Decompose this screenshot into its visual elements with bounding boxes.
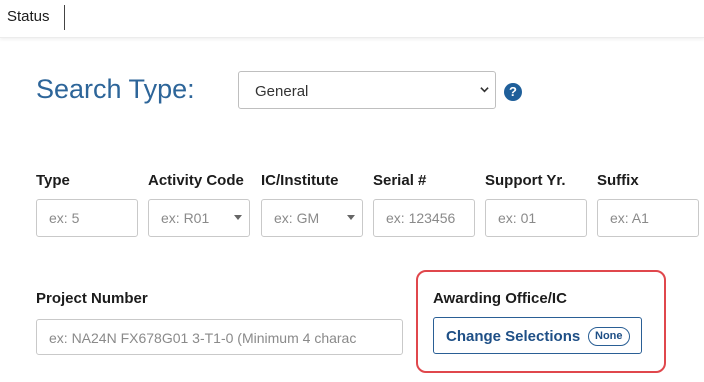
search-type-selected-value: General [255, 83, 309, 100]
tab-divider [64, 5, 65, 30]
activity-code-placeholder: ex: R01 [161, 210, 210, 226]
serial-placeholder: ex: 123456 [386, 210, 456, 226]
change-selections-label: Change Selections [446, 328, 581, 345]
suffix-label: Suffix [597, 172, 639, 189]
search-type-label: Search Type: [36, 74, 195, 104]
question-circle-icon[interactable]: ? [504, 83, 522, 101]
suffix-input[interactable]: ex: A1 [597, 199, 699, 237]
type-label: Type [36, 172, 70, 189]
serial-input[interactable]: ex: 123456 [373, 199, 475, 237]
type-placeholder: ex: 5 [49, 210, 80, 226]
selection-count-badge: None [588, 327, 630, 346]
search-type-select[interactable]: General [238, 71, 496, 109]
type-input[interactable]: ex: 5 [36, 199, 138, 237]
tab-status[interactable]: Status [7, 8, 50, 25]
support-yr-placeholder: ex: 01 [498, 210, 537, 226]
activity-code-select[interactable]: ex: R01 [148, 199, 250, 237]
caret-down-icon [234, 215, 242, 220]
caret-down-icon [347, 215, 355, 220]
ic-institute-select[interactable]: ex: GM [261, 199, 363, 237]
ic-institute-label: IC/Institute [261, 172, 339, 189]
support-yr-input[interactable]: ex: 01 [485, 199, 587, 237]
project-number-placeholder: ex: NA24N FX678G01 3-T1-0 (Minimum 4 cha… [49, 330, 357, 346]
project-number-label: Project Number [36, 290, 148, 307]
ic-institute-placeholder: ex: GM [274, 210, 320, 226]
awarding-office-label: Awarding Office/IC [433, 290, 567, 307]
support-yr-label: Support Yr. [485, 172, 566, 189]
top-tab-bar: Status [0, 0, 704, 38]
project-number-input[interactable]: ex: NA24N FX678G01 3-T1-0 (Minimum 4 cha… [36, 319, 403, 355]
suffix-placeholder: ex: A1 [610, 210, 649, 226]
chevron-down-icon [480, 87, 489, 93]
activity-code-label: Activity Code [148, 172, 244, 189]
change-selections-button[interactable]: Change Selections None [433, 317, 642, 354]
serial-label: Serial # [373, 172, 427, 189]
